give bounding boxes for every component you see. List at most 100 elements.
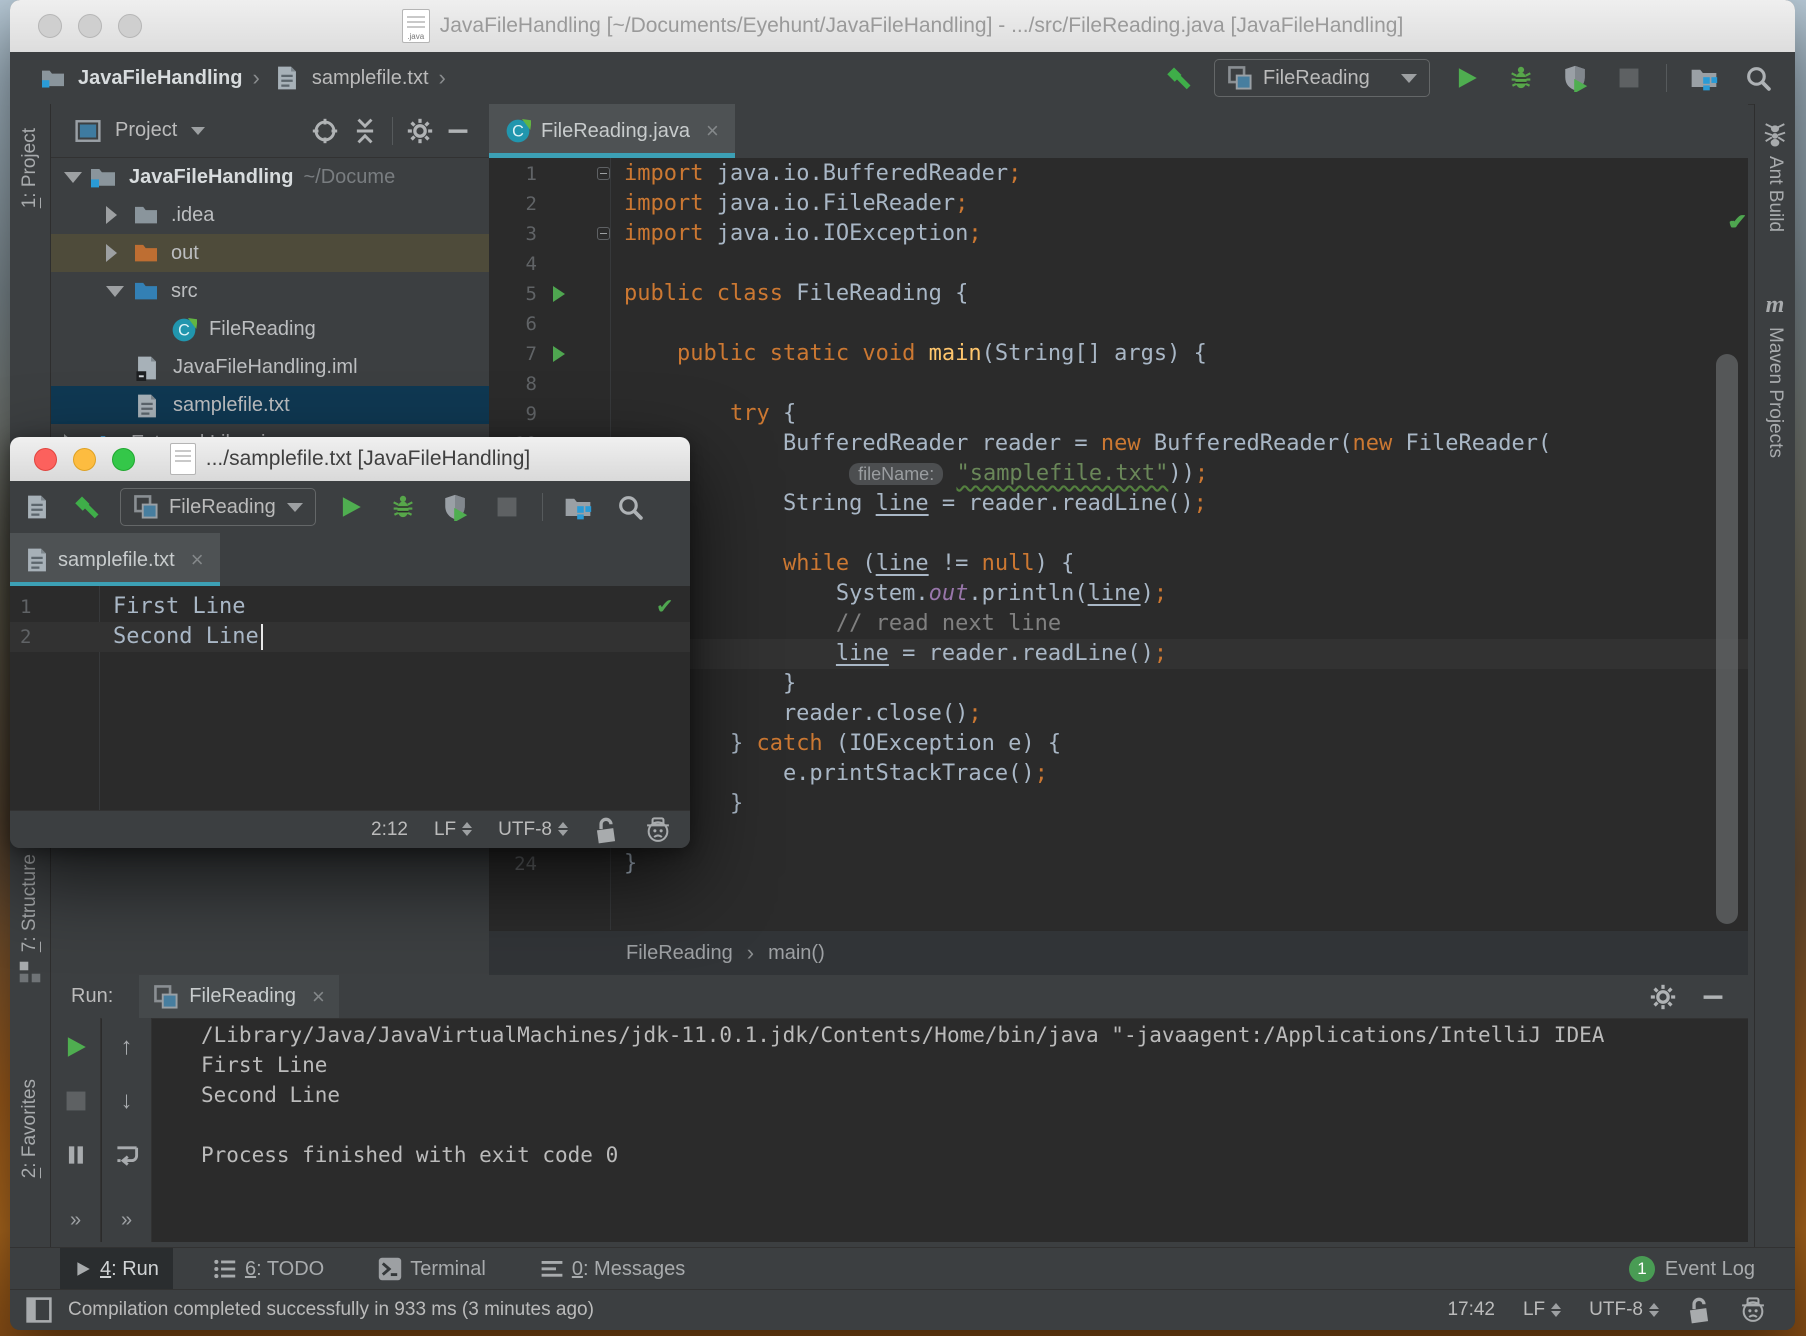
- run-tab-filereading[interactable]: FileReading ×: [139, 975, 339, 1018]
- run-button[interactable]: [334, 490, 368, 524]
- todo-icon: [213, 1258, 237, 1280]
- tree-item-filereading[interactable]: CFileReading: [51, 310, 489, 348]
- project-panel-header: Project: [51, 104, 489, 158]
- settings-gear-icon[interactable]: [1650, 984, 1676, 1010]
- run-configuration-select[interactable]: FileReading: [1214, 59, 1430, 97]
- close-tab-icon[interactable]: ×: [312, 984, 325, 1010]
- project-structure-button[interactable]: [561, 490, 595, 524]
- chevron-down-icon[interactable]: [64, 172, 82, 183]
- nav-project-crumb[interactable]: JavaFileHandling: [78, 67, 243, 90]
- samplefile-window: .../samplefile.txt [JavaFileHandling] Fi…: [10, 437, 690, 848]
- fold-region-icon[interactable]: [597, 227, 610, 240]
- search-everywhere-button[interactable]: [1741, 61, 1775, 95]
- more-actions-icon[interactable]: »: [70, 1209, 81, 1232]
- editor-scrollbar[interactable]: [1716, 354, 1738, 924]
- text-caret: [261, 624, 263, 650]
- close-tab-icon[interactable]: ×: [706, 118, 719, 144]
- scroll-up-icon[interactable]: ↑: [112, 1032, 142, 1062]
- stop-button[interactable]: [1612, 61, 1646, 95]
- minimize-window-button[interactable]: [78, 14, 102, 38]
- chevron-right-icon[interactable]: [106, 244, 117, 262]
- rerun-button[interactable]: [61, 1032, 91, 1062]
- hector-inspector-icon[interactable]: [1739, 1296, 1767, 1324]
- lock-icon[interactable]: [594, 816, 618, 844]
- tree-item-src[interactable]: src: [51, 272, 489, 310]
- close-window-button[interactable]: [38, 14, 62, 38]
- tab-filereading-java[interactable]: C FileReading.java ×: [489, 104, 735, 158]
- coverage-button[interactable]: [1558, 61, 1592, 95]
- breadcrumb-class[interactable]: FileReading: [626, 942, 733, 965]
- chevron-down-icon[interactable]: [106, 286, 124, 297]
- fold-region-icon[interactable]: [597, 167, 610, 180]
- settings-gear-icon[interactable]: [407, 118, 433, 144]
- sidebar-item-favorites[interactable]: 2: Favorites: [10, 1079, 50, 1186]
- more-actions-icon[interactable]: »: [121, 1209, 132, 1232]
- debug-button[interactable]: [386, 490, 420, 524]
- chevron-right-icon[interactable]: [106, 206, 117, 224]
- toolwindow-toggle-icon[interactable]: [26, 1297, 52, 1323]
- line-number: 4: [489, 249, 537, 279]
- stop-button[interactable]: [61, 1086, 91, 1116]
- tree-item-samplefile-txt[interactable]: samplefile.txt: [51, 386, 489, 424]
- toolwindow-button-label: 4: Run: [100, 1258, 159, 1281]
- samplefile-editor[interactable]: 1First Line2Second Line ✔: [10, 586, 690, 810]
- line-number: 3: [489, 219, 537, 249]
- hide-panel-icon[interactable]: [1702, 986, 1724, 1008]
- build-hammer-icon[interactable]: [68, 490, 102, 524]
- project-view-title[interactable]: Project: [115, 119, 177, 142]
- line-separator-widget[interactable]: LF: [1523, 1299, 1561, 1321]
- float-titlebar[interactable]: .../samplefile.txt [JavaFileHandling]: [10, 437, 690, 482]
- soft-wrap-icon[interactable]: [112, 1140, 142, 1170]
- caret-position[interactable]: 2:12: [371, 819, 408, 841]
- run-line-icon[interactable]: [553, 286, 565, 302]
- run-button[interactable]: [1450, 61, 1484, 95]
- file-txt-icon: [136, 393, 160, 417]
- sidebar-item-ant-build[interactable]: Ant Build: [1755, 122, 1795, 232]
- toolwindow-button-terminal[interactable]: Terminal: [364, 1248, 500, 1290]
- sidebar-item-structure[interactable]: 7: Structure: [10, 854, 50, 984]
- nav-file-crumb[interactable]: samplefile.txt: [312, 67, 429, 90]
- search-everywhere-button[interactable]: [613, 490, 647, 524]
- close-window-button[interactable]: [34, 448, 57, 471]
- run-console-output[interactable]: /Library/Java/JavaVirtualMachines/jdk-11…: [153, 1018, 1748, 1242]
- lock-icon[interactable]: [1687, 1296, 1711, 1324]
- chevron-down-icon[interactable]: [191, 127, 205, 135]
- coverage-button[interactable]: [438, 490, 472, 524]
- close-tab-icon[interactable]: ×: [191, 547, 204, 573]
- encoding-widget[interactable]: UTF-8: [1589, 1299, 1659, 1321]
- stop-button[interactable]: [490, 490, 524, 524]
- tree-item-out[interactable]: out: [51, 234, 489, 272]
- toolwindow-button--todo[interactable]: 6: TODO: [199, 1248, 338, 1290]
- tab-samplefile-txt[interactable]: samplefile.txt ×: [10, 533, 220, 587]
- toolwindow-button--run[interactable]: 4: Run: [60, 1248, 173, 1290]
- tree-item-label: FileReading: [209, 318, 316, 341]
- toolwindow-button--messages[interactable]: 0: Messages: [526, 1248, 699, 1290]
- locate-file-icon[interactable]: [312, 118, 338, 144]
- main-titlebar[interactable]: .java JavaFileHandling [~/Documents/Eyeh…: [10, 0, 1795, 53]
- tree-item--idea[interactable]: .idea: [51, 196, 489, 234]
- zoom-window-button[interactable]: [118, 14, 142, 38]
- sidebar-item-project[interactable]: 1: Project: [10, 128, 50, 208]
- pause-output-button[interactable]: [61, 1140, 91, 1170]
- project-structure-button[interactable]: [1687, 61, 1721, 95]
- event-log-button[interactable]: Event Log: [1665, 1258, 1755, 1281]
- debug-button[interactable]: [1504, 61, 1538, 95]
- tree-item-label: JavaFileHandling.iml: [173, 356, 358, 379]
- breadcrumb-method[interactable]: main(): [768, 942, 825, 965]
- collapse-all-icon[interactable]: [352, 118, 378, 144]
- status-message[interactable]: Compilation completed successfully in 93…: [68, 1299, 594, 1321]
- run-configuration-select[interactable]: FileReading: [120, 488, 316, 526]
- scroll-down-icon[interactable]: ↓: [112, 1086, 142, 1116]
- encoding-widget[interactable]: UTF-8: [498, 819, 568, 841]
- inspections-ok-icon[interactable]: ✔✔: [1729, 206, 1732, 236]
- zoom-window-button[interactable]: [112, 448, 135, 471]
- hide-panel-icon[interactable]: [447, 120, 469, 142]
- line-separator-widget[interactable]: LF: [434, 819, 472, 841]
- build-hammer-icon[interactable]: [1160, 61, 1194, 95]
- tree-item-javafilehandling-iml[interactable]: JavaFileHandling.iml: [51, 348, 489, 386]
- tree-item-javafilehandling[interactable]: JavaFileHandling~/Docume: [51, 158, 489, 196]
- minimize-window-button[interactable]: [73, 448, 96, 471]
- hector-inspector-icon[interactable]: [644, 816, 672, 844]
- sidebar-item-maven-projects[interactable]: m Maven Projects: [1755, 292, 1795, 458]
- run-line-icon[interactable]: [553, 346, 565, 362]
